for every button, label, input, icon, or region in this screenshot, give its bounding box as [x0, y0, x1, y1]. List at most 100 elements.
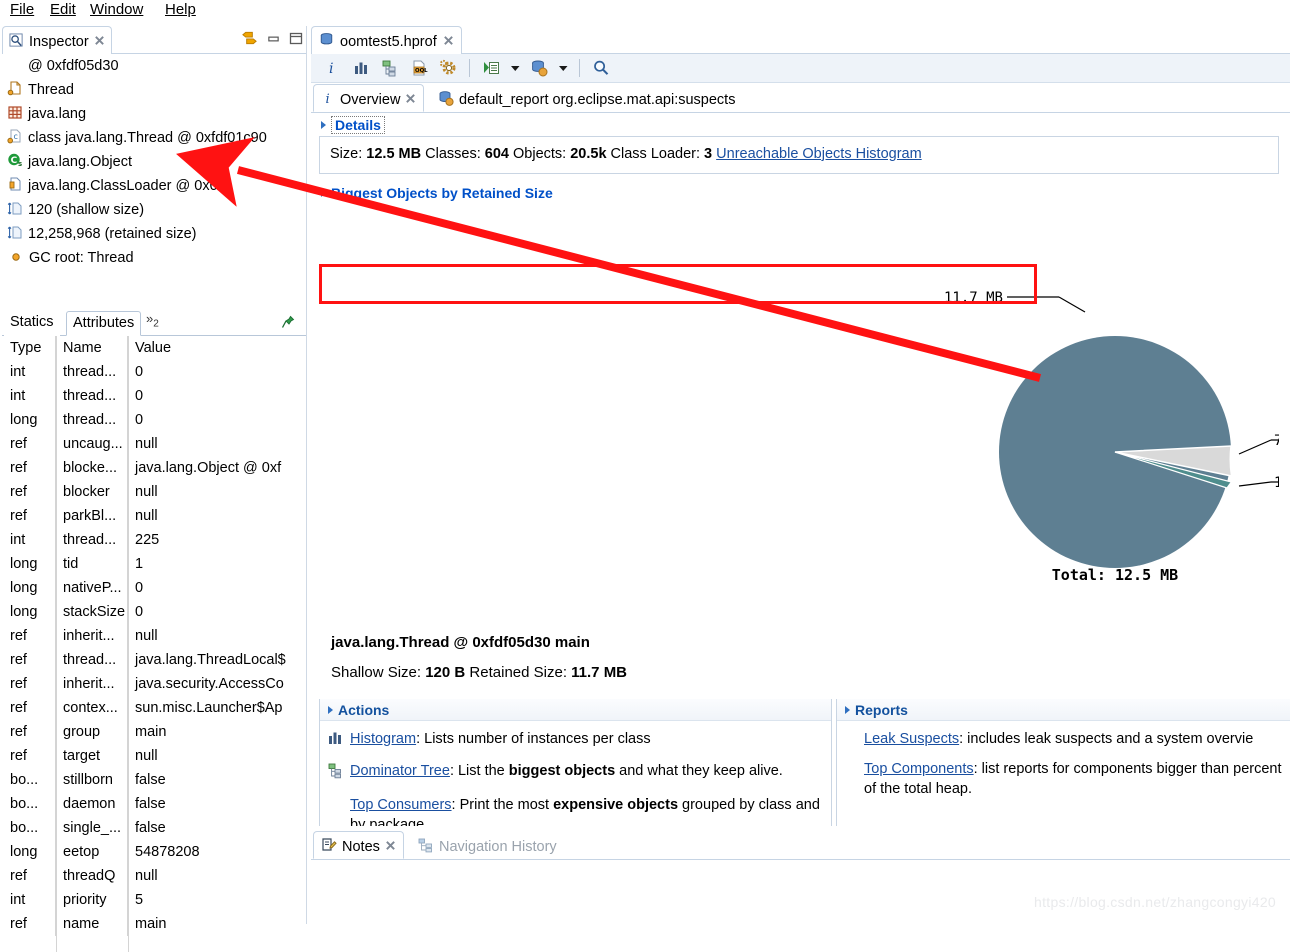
search-icon[interactable]	[590, 57, 612, 79]
minimize-icon[interactable]	[267, 32, 280, 48]
report-top-components[interactable]: Top Components: list reports for compone…	[864, 759, 1285, 799]
column-header-name: Name	[56, 336, 128, 360]
size-icon	[7, 200, 23, 220]
table-row[interactable]: int thread... 225	[2, 528, 307, 552]
table-row[interactable]: ref blocker null	[2, 480, 307, 504]
editor-toolbar: i OQL	[311, 54, 1290, 83]
query-dropdown-arrow-icon[interactable]	[557, 57, 569, 79]
list-item[interactable]: 120 (shallow size)	[2, 198, 307, 222]
cell-type: ref	[2, 504, 56, 528]
tab-navigation-history[interactable]: Navigation History	[411, 831, 564, 859]
action-histogram[interactable]: Histogram: Lists number of instances per…	[328, 729, 825, 751]
table-row[interactable]: long eetop 54878208	[2, 840, 307, 864]
menu-item-window[interactable]: Window	[88, 1, 145, 18]
details-section-header[interactable]: Details	[311, 114, 1290, 136]
top-components-link[interactable]: Top Components	[864, 761, 974, 777]
list-item[interactable]: java.lang.ClassLoader @ 0x0	[2, 174, 307, 198]
inspector-tabbar: Inspector	[2, 26, 307, 54]
dominator-tree-link[interactable]: Dominator Tree	[350, 763, 450, 779]
table-row[interactable]: ref parkBl... null	[2, 504, 307, 528]
inspector-detail-tabs: Statics Attributes »2	[2, 309, 307, 336]
run-dropdown-arrow-icon[interactable]	[509, 57, 521, 79]
sync-arrows-icon[interactable]	[241, 30, 258, 49]
classes-value: 604	[484, 146, 509, 162]
settings-gear-icon[interactable]	[437, 57, 459, 79]
close-icon[interactable]	[405, 92, 416, 108]
pie-label-gray: 7	[1274, 433, 1279, 449]
run-expert-system-icon[interactable]	[480, 57, 502, 79]
list-item[interactable]: 12,258,968 (retained size)	[2, 222, 307, 246]
table-row[interactable]: bo... single_... false	[2, 816, 307, 840]
list-item[interactable]: @ 0xfdf05d30	[2, 54, 307, 78]
close-icon[interactable]	[385, 839, 396, 855]
top-consumers-link[interactable]: Top Consumers	[350, 797, 452, 813]
cell-type: ref	[2, 624, 56, 648]
overview-info-icon[interactable]: i	[321, 57, 343, 79]
table-row[interactable]: ref uncaug... null	[2, 432, 307, 456]
table-row[interactable]: long nativeP... 0	[2, 576, 307, 600]
table-row[interactable]: bo... daemon false	[2, 792, 307, 816]
maximize-icon[interactable]	[289, 32, 303, 48]
table-row[interactable]: ref contex... sun.misc.Launcher$Ap	[2, 696, 307, 720]
table-row[interactable]: ref inherit... java.security.AccessCo	[2, 672, 307, 696]
tab-notes[interactable]: Notes	[313, 831, 404, 859]
bottom-view-tabs: Notes Navigation History	[311, 830, 1290, 860]
table-row[interactable]: ref name main	[2, 912, 307, 936]
classloader-icon	[7, 176, 23, 196]
list-item[interactable]: Cs java.lang.Object	[2, 150, 307, 174]
list-item[interactable]: Thread	[2, 78, 307, 102]
table-row[interactable]: ref inherit... null	[2, 624, 307, 648]
query-browser-icon[interactable]	[528, 57, 550, 79]
oql-icon[interactable]: OQL	[408, 57, 430, 79]
reports-header[interactable]: Reports	[837, 699, 1290, 721]
table-row[interactable]: int thread... 0	[2, 360, 307, 384]
close-icon[interactable]	[443, 34, 454, 50]
list-item[interactable]: java.lang	[2, 102, 307, 126]
tab-heapdump-editor[interactable]: oomtest5.hprof	[311, 26, 462, 54]
unreachable-objects-histogram-link[interactable]: Unreachable Objects Histogram	[716, 146, 922, 162]
table-row[interactable]: ref threadQ null	[2, 864, 307, 888]
cell-type: int	[2, 360, 56, 384]
pin-icon[interactable]	[281, 315, 295, 332]
table-row[interactable]: ref target null	[2, 744, 307, 768]
tab-inspector[interactable]: Inspector	[2, 26, 112, 54]
histogram-link[interactable]: Histogram	[350, 731, 416, 747]
table-row[interactable]: ref blocke... java.lang.Object @ 0xf	[2, 456, 307, 480]
cell-value: null	[135, 868, 158, 884]
cell-name: priority	[56, 888, 128, 912]
menu-item-help[interactable]: Help	[163, 1, 198, 18]
dominator-tree-icon[interactable]	[379, 57, 401, 79]
tab-overflow-indicator[interactable]: »2	[146, 311, 159, 330]
report-leak-suspects[interactable]: Leak Suspects: includes leak suspects an…	[864, 729, 1285, 749]
tab-overview[interactable]: i Overview	[313, 84, 425, 112]
retained-size-pie-chart[interactable]: 11.7 MB 7 12 Total: 12.5 MB	[319, 192, 1279, 632]
list-item-label: 12,258,968 (retained size)	[28, 226, 197, 242]
table-row[interactable]: int thread... 0	[2, 384, 307, 408]
menu-item-edit[interactable]: Edit	[48, 1, 78, 18]
action-dominator-tree[interactable]: Dominator Tree: List the biggest objects…	[328, 761, 825, 785]
table-row[interactable]: ref thread... java.lang.ThreadLocal$	[2, 648, 307, 672]
tab-statics[interactable]: Statics	[4, 311, 60, 336]
menu-item-file[interactable]: File	[8, 1, 36, 18]
table-row[interactable]: bo... stillborn false	[2, 768, 307, 792]
tab-default-report[interactable]: default_report org.eclipse.mat.api:suspe…	[431, 84, 742, 112]
list-item[interactable]: GC root: Thread	[2, 246, 307, 270]
objects-label: Objects:	[513, 146, 567, 162]
histogram-icon[interactable]	[350, 57, 372, 79]
table-row[interactable]: long stackSize 0	[2, 600, 307, 624]
attributes-table[interactable]: Type Name Value int thread... 0 int thread..…	[2, 336, 307, 952]
actions-header[interactable]: Actions	[320, 699, 831, 721]
cell-value: null	[135, 508, 158, 524]
leak-suspects-link[interactable]: Leak Suspects	[864, 731, 959, 747]
table-row[interactable]: long tid 1	[2, 552, 307, 576]
svg-text:c: c	[14, 132, 18, 141]
table-row[interactable]: ref group main	[2, 720, 307, 744]
table-row[interactable]: long thread... 0	[2, 408, 307, 432]
list-item[interactable]: c class java.lang.Thread @ 0xfdf01c90	[2, 126, 307, 150]
cell-name: thread...	[56, 648, 128, 672]
cell-type: ref	[2, 744, 56, 768]
action-top-consumers[interactable]: Top Consumers: Print the most expensive …	[328, 795, 825, 826]
close-icon[interactable]	[94, 34, 105, 50]
tab-attributes[interactable]: Attributes	[66, 311, 142, 336]
table-row[interactable]: int priority 5	[2, 888, 307, 912]
